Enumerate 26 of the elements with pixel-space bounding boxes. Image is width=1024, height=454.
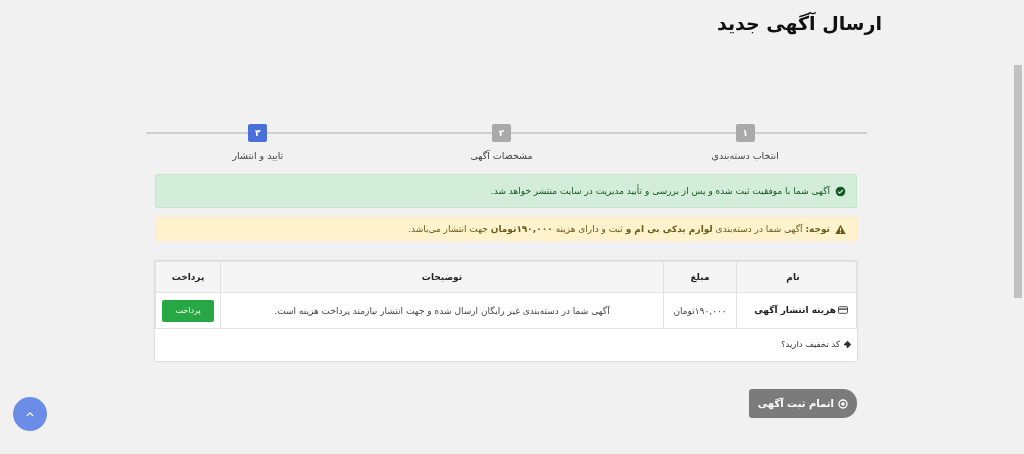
finish-button[interactable]: اتمام ثبت آگهی (748, 389, 857, 418)
ticket-icon (843, 339, 852, 349)
pay-button[interactable]: پرداخت (162, 299, 214, 322)
radio-icon (838, 398, 848, 409)
fee-description: آگهی شما در دسته‌بندی غیر رایگان ارسال شده و جهت انتشار نیازمند پرداخت هزینه است. (274, 305, 610, 316)
discount-link[interactable]: کد تخفیف دارید؟ (780, 339, 840, 349)
fee-amount: ۱۹۰,۰۰۰تومان (673, 305, 727, 316)
scroll-to-top-button[interactable] (13, 397, 47, 431)
page-title: ارسال آگهی جدید (715, 11, 883, 36)
alert-text: آگهی شما با موفقیت ثبت شده و پس از بررسی و تأیید مدیریت در سایت منتشر خواهد شد. (490, 186, 830, 196)
step-label: مشخصات آگهی (470, 150, 533, 161)
check-circle-icon (835, 185, 846, 197)
fee-name: هزینه انتشار آگهی (754, 305, 836, 315)
column-header: مبلغ (663, 261, 737, 293)
step-label: تایید و انتشار (232, 150, 284, 161)
column-header: پرداخت (155, 261, 221, 293)
alert-text: توجه: آگهی شما در دسته‌بندی لوازم یدکی بی ام و ثبت و دارای هزینه ۱۹۰,۰۰۰تومان جهت انتشار می‌باشد. (408, 224, 830, 234)
step-number: ۳ (248, 124, 268, 142)
column-header: توضیحات (220, 261, 664, 293)
warning-icon (835, 223, 846, 235)
chevron-up-icon (26, 411, 34, 417)
credit-card-icon (838, 306, 848, 314)
step-number: ۲ (492, 124, 511, 142)
step-number: ۱ (735, 124, 755, 142)
step-label: انتخاب دسته‌بندی (711, 150, 779, 161)
column-header: نام (736, 261, 857, 293)
